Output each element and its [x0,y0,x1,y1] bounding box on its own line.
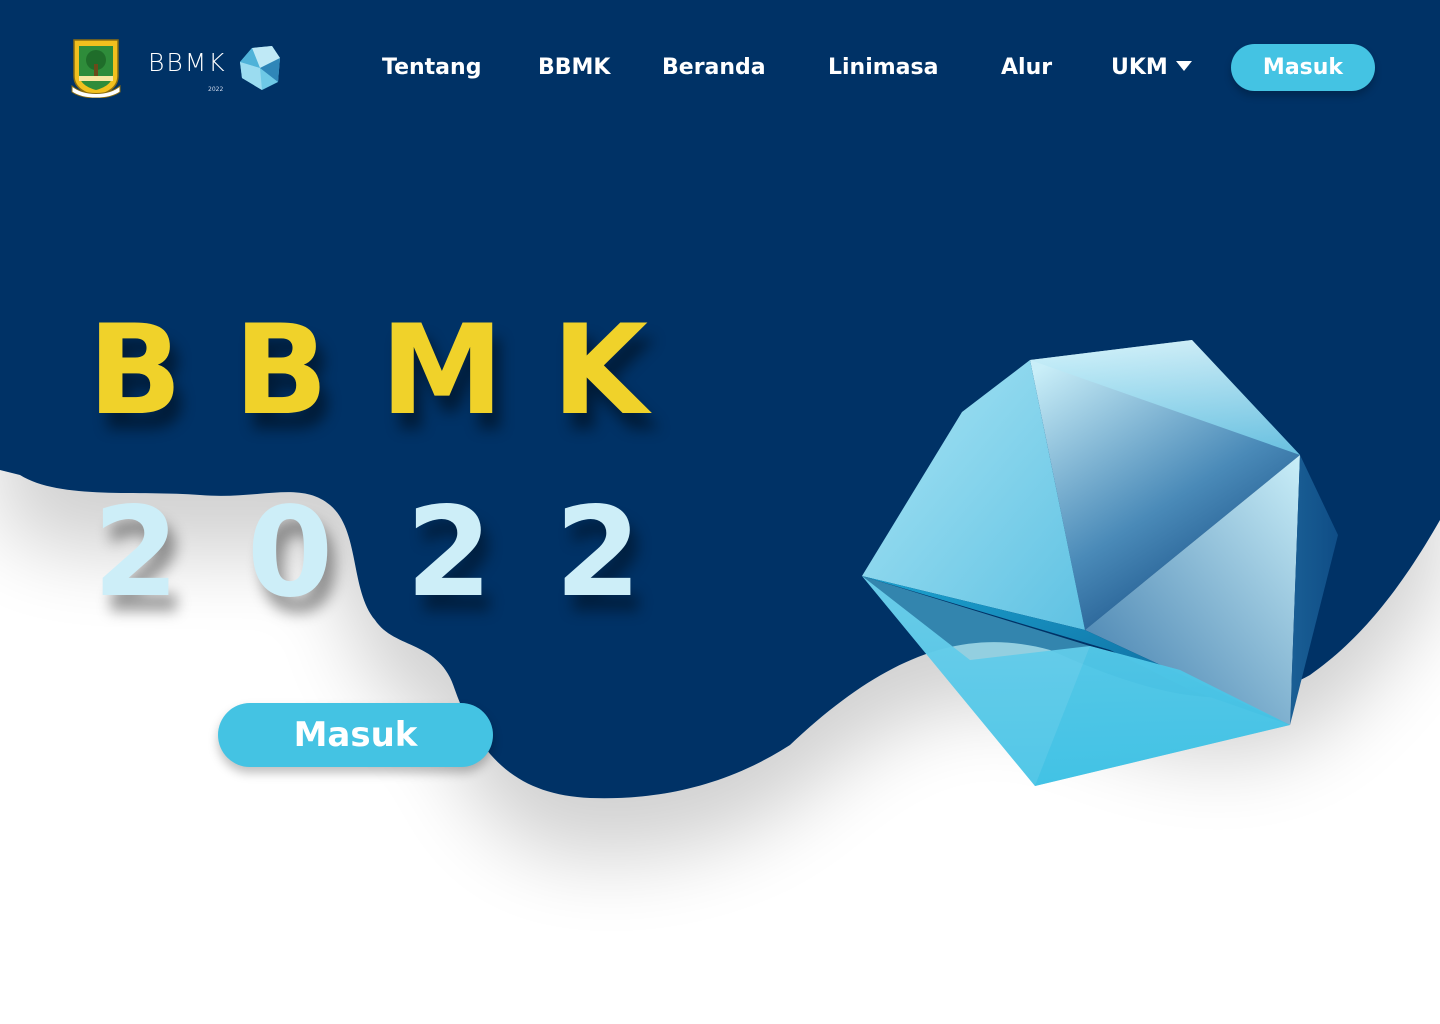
hero-year: 2 0 2 2 [62,488,702,618]
brand-title: BBMK [148,48,227,77]
nav-item-linimasa[interactable]: Linimasa [828,50,938,86]
hero-year-digit: 2 [405,481,493,625]
hero-login-button[interactable]: Masuk [218,703,493,767]
nav-item-alur[interactable]: Alur [1001,50,1052,86]
nav-item-ukm[interactable]: UKM [1111,50,1192,86]
regional-emblem-icon [71,39,121,98]
logo-group[interactable]: BBMK 2022 [70,36,282,98]
brand-year: 2022 [208,86,224,93]
hero-title-letter: K [551,299,649,443]
landing-page: BBMK 2022 Tentang BBMK Beranda Linimasa … [0,0,1440,1024]
nav-item-beranda[interactable]: Beranda [662,50,766,86]
caret-down-icon [1175,61,1192,71]
hero-title-letter: M [380,299,504,443]
hero-title: B B M K [62,306,702,436]
brand-wordmark: BBMK 2022 [148,42,238,93]
hero-title-letter: B [233,299,329,443]
hero-year-digit: 2 [554,481,642,625]
nav-item-tentang[interactable]: Tentang [382,50,481,86]
hero-year-digit: 0 [246,481,334,625]
nav-item-ukm-label: UKM [1111,55,1168,80]
hero-title-letter: B [87,299,183,443]
hero-year-digit: 2 [92,481,180,625]
crystal-gem-icon [240,46,280,90]
header-login-button[interactable]: Masuk [1231,44,1375,91]
nav-item-bbmk[interactable]: BBMK [538,50,610,86]
crystal-illustration [862,340,1338,786]
